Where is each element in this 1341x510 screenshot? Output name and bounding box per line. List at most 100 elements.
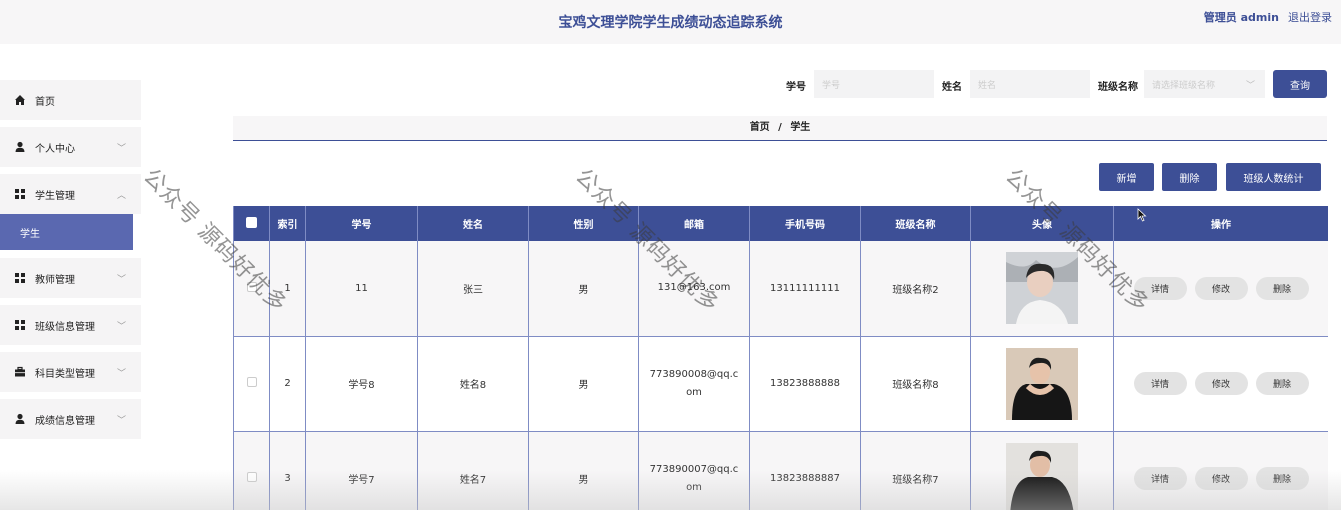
email-text: 773890008@qq.com [649, 368, 739, 398]
table-row: 1 11 张三 男 131@163.com 13111111111 班级名称2 [233, 241, 1328, 337]
column-header: 班级名称 [860, 206, 971, 241]
class-stats-button[interactable]: 班级人数统计 [1226, 163, 1321, 191]
table-row: 3 学号7 姓名7 男 773890007@qq.com 13823888887… [233, 431, 1328, 510]
chevron-down-icon: ﹀ [116, 144, 126, 154]
sidebar-item-student-management[interactable]: 学生管理 ︿ [0, 174, 141, 214]
phone-cell: 13823888888 [749, 336, 861, 432]
email-text: 773890007@qq.com [649, 463, 739, 493]
detail-button[interactable]: 详情 [1133, 372, 1187, 395]
operations-cell: 详情 修改 删除 [1113, 241, 1328, 337]
sidebar-item-score-management[interactable]: 成绩信息管理 ﹀ [0, 399, 141, 439]
index-cell: 3 [269, 431, 306, 510]
avatar-cell [970, 336, 1114, 432]
email-text: 131@163.com [657, 282, 731, 294]
sidebar-item-label: 个人中心 [35, 143, 75, 155]
gender-cell: 男 [528, 336, 639, 432]
column-header: 头像 [970, 206, 1114, 241]
row-checkbox[interactable] [246, 281, 257, 292]
detail-button[interactable]: 详情 [1133, 467, 1187, 490]
phone-cell: 13111111111 [749, 241, 861, 337]
student-no-cell: 学号7 [305, 431, 418, 510]
current-user: 管理员 admin [1203, 11, 1279, 24]
email-cell: 773890008@qq.com [638, 336, 750, 432]
sidebar-item-teacher-management[interactable]: 教师管理 ﹀ [0, 258, 141, 298]
home-icon [14, 94, 26, 106]
sidebar-item-label: 学生管理 [35, 190, 75, 202]
row-checkbox[interactable] [246, 377, 257, 387]
class-name-cell: 班级名称2 [860, 241, 971, 337]
row-select-cell[interactable] [233, 241, 270, 337]
email-cell: 131@163.com [638, 241, 750, 337]
column-header: 性别 [528, 206, 639, 241]
student-no-cell: 学号8 [305, 336, 418, 432]
name-cell: 姓名8 [417, 336, 529, 432]
row-checkbox[interactable] [246, 472, 257, 482]
column-header: 学号 [305, 206, 418, 241]
column-header: 索引 [269, 206, 306, 241]
edit-button[interactable]: 修改 [1194, 276, 1248, 300]
sidebar-item-subject-type-management[interactable]: 科目类型管理 ﹀ [0, 352, 141, 392]
chevron-down-icon: ﹀ [116, 275, 126, 285]
student-no-label: 学号 [786, 82, 806, 93]
row-select-cell[interactable] [233, 431, 270, 510]
avatar-cell [970, 241, 1114, 337]
user-icon [14, 413, 26, 425]
student-no-input[interactable]: 学号 [814, 70, 934, 98]
sidebar-subitem-student[interactable]: 学生 [0, 214, 133, 250]
breadcrumb-current: 学生 [790, 122, 811, 133]
sidebar-item-label: 成绩信息管理 [35, 415, 95, 427]
operations-cell: 详情 修改 删除 [1113, 336, 1328, 432]
name-input[interactable]: 姓名 [970, 70, 1090, 98]
class-name-cell: 班级名称7 [860, 431, 971, 510]
index-cell: 2 [269, 336, 306, 432]
edit-button[interactable]: 修改 [1194, 372, 1248, 395]
column-header: 邮箱 [638, 206, 750, 241]
select-all-checkbox[interactable] [246, 216, 257, 228]
avatar-cell [970, 431, 1114, 510]
sidebar-item-home[interactable]: 首页 [0, 80, 141, 120]
grid-icon [14, 188, 26, 200]
sidebar-item-personal-center[interactable]: 个人中心 ﹀ [0, 127, 141, 167]
sidebar-item-label: 班级信息管理 [35, 321, 95, 333]
detail-button[interactable]: 详情 [1133, 276, 1187, 300]
delete-button[interactable]: 删除 [1255, 372, 1309, 395]
column-header: 手机号码 [749, 206, 861, 241]
select-all-cell[interactable] [233, 206, 270, 241]
sidebar-item-label: 科目类型管理 [35, 368, 95, 380]
chevron-down-icon: ﹀ [1245, 81, 1255, 91]
delete-button[interactable]: 删除 [1255, 276, 1309, 300]
briefcase-icon [14, 366, 26, 378]
class-name-select[interactable]: 请选择班级名称 ﹀ [1144, 70, 1265, 98]
breadcrumb-separator: / [778, 122, 782, 133]
student-table: 索引 学号 姓名 性别 邮箱 手机号码 班级名称 头像 操作 1 11 张三 男… [233, 206, 1328, 510]
app-title: 宝鸡文理学院学生成绩动态追踪系统 [558, 15, 783, 31]
logout-link[interactable]: 退出登录 [1288, 9, 1332, 25]
operations-cell: 详情 修改 删除 [1113, 431, 1328, 510]
gender-cell: 男 [528, 431, 639, 510]
table-row: 2 学号8 姓名8 男 773890008@qq.com 13823888888… [233, 336, 1328, 432]
index-cell: 1 [269, 241, 306, 337]
chevron-down-icon: ﹀ [116, 322, 126, 332]
column-header: 姓名 [417, 206, 529, 241]
gender-cell: 男 [528, 241, 639, 337]
breadcrumb-home[interactable]: 首页 [750, 122, 770, 133]
avatar [1006, 252, 1078, 325]
chevron-down-icon: ﹀ [116, 369, 126, 379]
add-button[interactable]: 新增 [1099, 163, 1154, 191]
grid-icon [14, 319, 26, 331]
query-button[interactable]: 查询 [1273, 70, 1327, 98]
avatar [1006, 347, 1078, 420]
class-name-label: 班级名称 [1098, 82, 1138, 93]
sidebar-item-label: 教师管理 [35, 274, 75, 286]
edit-button[interactable]: 修改 [1194, 467, 1248, 490]
sidebar-item-class-management[interactable]: 班级信息管理 ﹀ [0, 305, 141, 345]
batch-delete-button[interactable]: 删除 [1162, 163, 1217, 191]
delete-button[interactable]: 删除 [1255, 467, 1309, 490]
email-cell: 773890007@qq.com [638, 431, 750, 510]
top-header: 宝鸡文理学院学生成绩动态追踪系统 管理员 admin 退出登录 [0, 0, 1341, 44]
avatar [1006, 442, 1078, 510]
row-select-cell[interactable] [233, 336, 270, 432]
user-icon [14, 141, 26, 153]
student-no-cell: 11 [305, 241, 418, 337]
breadcrumb: 首页 / 学生 [233, 116, 1327, 141]
